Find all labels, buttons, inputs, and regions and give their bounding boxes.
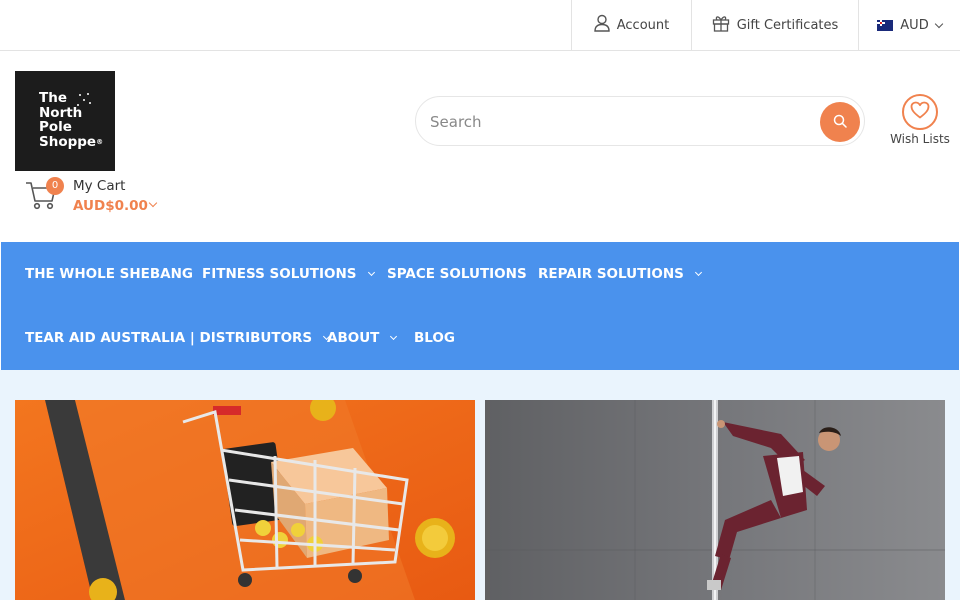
nav-item-label: ABOUT (327, 330, 380, 346)
nav-item-label: REPAIR SOLUTIONS (538, 266, 684, 282)
wish-lists-label: Wish Lists (890, 132, 950, 146)
wish-lists-link[interactable]: Wish Lists (886, 92, 954, 148)
gift-certificates-link[interactable]: Gift Certificates (691, 0, 858, 50)
logo-line-2: North (39, 104, 83, 121)
chevron-down-icon (367, 268, 375, 277)
cart-count-badge: 0 (46, 177, 64, 195)
gift-certificates-label: Gift Certificates (736, 17, 839, 33)
shopping-cart-banner[interactable] (15, 400, 475, 600)
nav-item-blog[interactable]: BLOG (414, 306, 455, 370)
shopping-cart-illustration (15, 400, 475, 600)
nav-item-label: BLOG (414, 330, 455, 346)
account-link[interactable]: Account (571, 0, 691, 50)
cart-total: AUD$0.00 (73, 198, 148, 214)
main-navigation: THE WHOLE SHEBANG FITNESS SOLUTIONS SPAC… (1, 242, 959, 370)
search-input[interactable] (430, 107, 810, 137)
currency-selector[interactable]: AUD (858, 0, 960, 50)
nav-item-space-solutions[interactable]: SPACE SOLUTIONS (387, 242, 527, 306)
logo-line-4: Shoppe (39, 133, 97, 150)
australia-flag-icon (877, 19, 894, 31)
user-icon (594, 14, 610, 36)
chevron-down-icon (148, 198, 158, 208)
stars-graphic (77, 93, 91, 107)
top-bar: Account Gift Certificates AUD (0, 0, 960, 51)
currency-label: AUD (900, 17, 929, 33)
account-label: Account (616, 17, 670, 33)
nav-item-repair-solutions[interactable]: REPAIR SOLUTIONS (538, 242, 702, 306)
search-bar (415, 96, 865, 146)
chevron-down-icon (694, 268, 702, 277)
registered-mark: ® (96, 137, 104, 146)
heart-icon (910, 101, 930, 123)
chevron-down-icon (934, 19, 943, 28)
logo-line-3: Pole (39, 119, 72, 135)
cart-label: My Cart (73, 178, 126, 194)
nav-item-label: SPACE SOLUTIONS (387, 266, 527, 282)
wish-circle (902, 94, 938, 130)
search-icon (833, 113, 847, 132)
chevron-down-icon (390, 332, 398, 341)
nav-item-label: THE WHOLE SHEBANG (25, 266, 193, 282)
nav-item-label: FITNESS SOLUTIONS (202, 266, 357, 282)
search-button[interactable] (820, 102, 860, 142)
nav-item-tear-aid-australia[interactable]: TEAR AID AUSTRALIA | DISTRIBUTORS (25, 306, 331, 370)
mini-cart[interactable]: 0 My Cart AUD$0.00 (25, 175, 175, 215)
gift-icon (712, 14, 730, 36)
fitness-pole-banner[interactable] (485, 400, 945, 600)
nav-item-the-whole-shebang[interactable]: THE WHOLE SHEBANG (25, 242, 193, 306)
nav-item-about[interactable]: ABOUT (327, 306, 398, 370)
nav-item-label: TEAR AID AUSTRALIA | DISTRIBUTORS (25, 330, 313, 346)
store-logo[interactable]: The North Pole Shoppe® (15, 71, 115, 171)
pole-dancer-photo (485, 400, 945, 600)
nav-item-fitness-solutions[interactable]: FITNESS SOLUTIONS (202, 242, 375, 306)
